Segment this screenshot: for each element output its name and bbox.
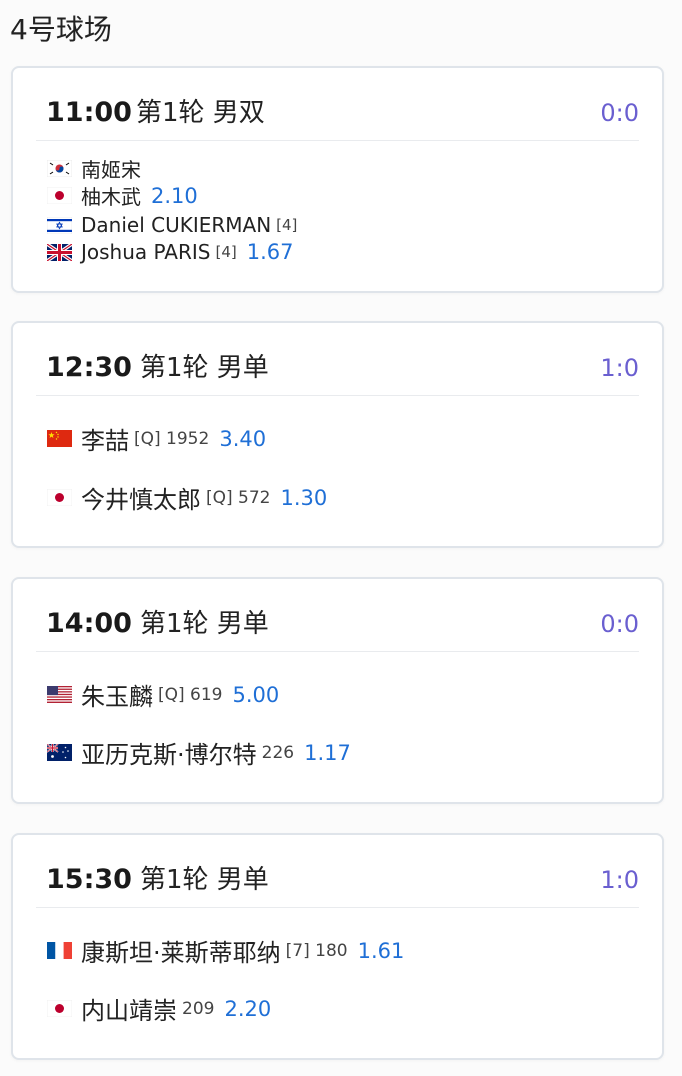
jp-flag-icon xyxy=(47,489,72,506)
odds[interactable]: 2.20 xyxy=(224,997,271,1021)
player-name: 亚历克斯·博尔特 xyxy=(81,741,257,769)
match-score: 0:0 xyxy=(600,99,639,127)
match-time: 14:00 xyxy=(46,608,132,639)
player-seed: [7] 180 xyxy=(285,940,348,961)
match-header: 14:00 第1轮 男单 0:0 xyxy=(36,579,639,652)
match-time: 11:00 xyxy=(46,97,132,128)
match-card[interactable]: 15:30 第1轮 男单 1:0 康斯坦·莱斯蒂耶纳 [7] 180 1.61 … xyxy=(11,833,664,1060)
odds[interactable]: 2.10 xyxy=(151,184,198,208)
match-score: 1:0 xyxy=(600,354,639,382)
player-seed: [4] xyxy=(276,216,298,234)
odds[interactable]: 3.40 xyxy=(219,427,266,451)
player-row[interactable]: 康斯坦·莱斯蒂耶纳 [7] 180 1.61 xyxy=(47,933,404,968)
player-ranking: 209 xyxy=(182,998,215,1019)
player-row[interactable]: 南姬宋 xyxy=(47,154,141,183)
kr-flag-icon xyxy=(47,160,72,177)
player-seed: [Q] 572 xyxy=(206,487,271,508)
match-header: 15:30 第1轮 男单 1:0 xyxy=(36,835,639,908)
gb-flag-icon xyxy=(47,243,72,261)
player-row[interactable]: 柚木武 2.10 xyxy=(47,181,198,210)
odds[interactable]: 1.67 xyxy=(247,240,294,264)
player-seed: [Q] 1952 xyxy=(134,428,210,449)
match-card[interactable]: 14:00 第1轮 男单 0:0 朱玉麟 [Q] 619 5.00 亚历克斯·博… xyxy=(11,577,664,804)
match-header: 11:00 第1轮 男双 0:0 xyxy=(36,68,639,141)
court-title: 4号球场 xyxy=(10,13,112,46)
match-header: 12:30 第1轮 男单 1:0 xyxy=(36,323,639,396)
au-flag-icon xyxy=(47,744,72,761)
player-name: Daniel CUKIERMAN xyxy=(81,213,272,237)
player-seed: [4] xyxy=(215,243,237,261)
player-row[interactable]: Daniel CUKIERMAN [4] xyxy=(47,213,297,237)
match-time: 15:30 xyxy=(46,864,132,895)
match-round: 第1轮 男单 xyxy=(140,609,269,639)
match-score: 1:0 xyxy=(600,866,639,894)
match-time: 12:30 xyxy=(46,352,132,383)
il-flag-icon xyxy=(47,216,72,234)
odds[interactable]: 1.17 xyxy=(304,741,351,765)
match-score: 0:0 xyxy=(600,610,639,638)
player-row[interactable]: 朱玉麟 [Q] 619 5.00 xyxy=(47,677,279,712)
player-name: Joshua PARIS xyxy=(81,240,211,264)
match-card[interactable]: 12:30 第1轮 男单 1:0 李喆 [Q] 1952 3.40 今井慎太郎 … xyxy=(11,321,664,548)
player-row[interactable]: 李喆 [Q] 1952 3.40 xyxy=(47,421,266,456)
odds[interactable]: 1.30 xyxy=(281,486,328,510)
jp-flag-icon xyxy=(47,1000,72,1017)
player-row[interactable]: 内山靖崇 209 2.20 xyxy=(47,991,271,1026)
match-round: 第1轮 男双 xyxy=(136,98,265,128)
player-name: 朱玉麟 xyxy=(81,683,153,711)
player-row[interactable]: Joshua PARIS [4] 1.67 xyxy=(47,240,294,264)
player-name: 今井慎太郎 xyxy=(81,486,201,514)
player-row[interactable]: 亚历克斯·博尔特 226 1.17 xyxy=(47,735,351,770)
player-name: 南姬宋 xyxy=(81,158,141,182)
match-round: 第1轮 男单 xyxy=(140,353,269,383)
jp-flag-icon xyxy=(47,187,72,204)
us-flag-icon xyxy=(47,686,72,703)
fr-flag-icon xyxy=(47,942,72,959)
match-card[interactable]: 11:00 第1轮 男双 0:0 南姬宋 柚木武 2.10 Daniel CUK… xyxy=(11,66,664,293)
player-name: 康斯坦·莱斯蒂耶纳 xyxy=(81,939,281,967)
player-row[interactable]: 今井慎太郎 [Q] 572 1.30 xyxy=(47,480,327,515)
cn-flag-icon xyxy=(47,430,72,447)
player-name: 柚木武 xyxy=(81,185,141,209)
player-seed: [Q] 619 xyxy=(158,684,223,705)
odds[interactable]: 5.00 xyxy=(233,683,280,707)
player-name: 李喆 xyxy=(81,427,129,455)
odds[interactable]: 1.61 xyxy=(358,939,405,963)
player-name: 内山靖崇 xyxy=(81,997,177,1025)
player-ranking: 226 xyxy=(261,742,295,763)
match-round: 第1轮 男单 xyxy=(140,865,269,895)
